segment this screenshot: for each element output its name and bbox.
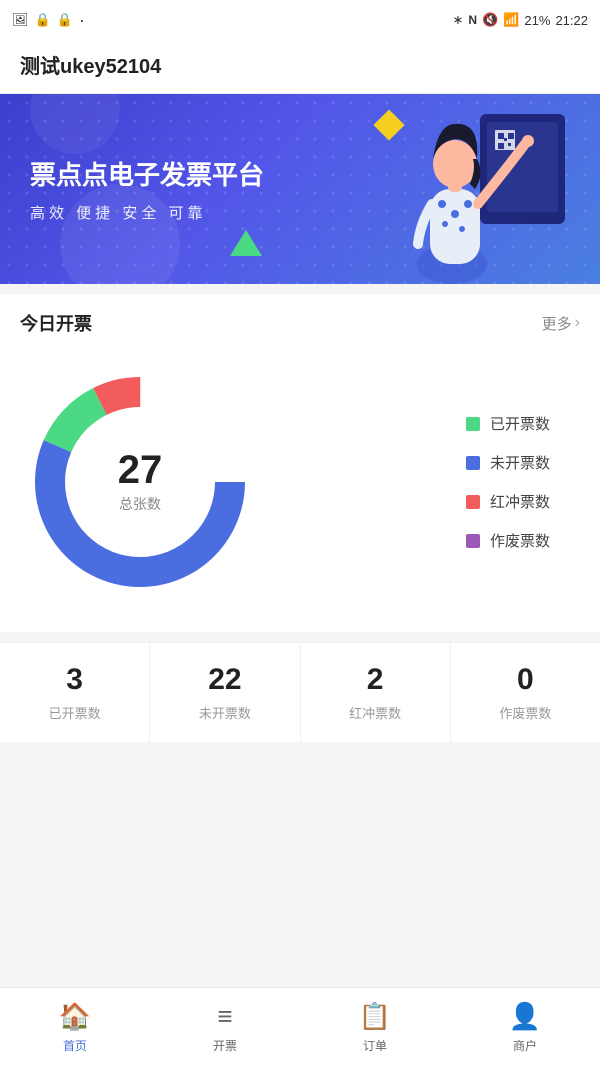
nav-label: 开票 (213, 1037, 237, 1054)
bluetooth-icon: ∗ (452, 12, 463, 28)
legend-item: 作废票数 (466, 530, 550, 551)
mute-icon: 🔇 (482, 12, 498, 28)
stat-item: 3 已开票数 (0, 643, 150, 742)
battery-text: 21% (524, 13, 550, 28)
bottom-nav: 🏠 首页 ≡ 开票 📋 订单 👤 商户 (0, 987, 600, 1067)
legend-label: 作废票数 (490, 530, 550, 551)
nav-icon: 📋 (359, 1001, 391, 1032)
section-title: 今日开票 (20, 310, 92, 336)
banner-text: 票点点电子发票平台 高效 便捷 安全 可靠 (30, 155, 264, 223)
stat-item: 2 红冲票数 (301, 643, 451, 742)
status-right: ∗ N 🔇 📶 21% 21:22 (452, 12, 588, 28)
legend-item: 未开票数 (466, 452, 550, 473)
legend-dot (466, 534, 480, 548)
banner-figure (380, 104, 580, 284)
stat-label: 作废票数 (461, 703, 590, 722)
stat-value: 22 (160, 663, 289, 697)
stat-label: 已开票数 (10, 703, 139, 722)
time-display: 21:22 (555, 13, 588, 28)
banner-subtitle: 高效 便捷 安全 可靠 (30, 202, 264, 223)
header: 测试ukey52104 (0, 40, 600, 94)
legend-dot (466, 456, 480, 470)
stat-item: 22 未开票数 (150, 643, 300, 742)
legend-item: 已开票数 (466, 413, 550, 434)
nav-item-订单[interactable]: 📋 订单 (300, 988, 450, 1067)
legend-label: 红冲票数 (490, 491, 550, 512)
stat-label: 未开票数 (160, 703, 289, 722)
lock-icon: 🔒 (35, 12, 51, 28)
legend-dot (466, 417, 480, 431)
banner-green-triangle (230, 230, 262, 256)
lock2-icon: 🔒 (57, 12, 73, 28)
stat-value: 0 (461, 663, 590, 697)
banner-title: 票点点电子发票平台 (30, 155, 264, 192)
banner: 票点点电子发票平台 高效 便捷 安全 可靠 (0, 94, 600, 284)
more-button[interactable]: 更多 › (542, 313, 580, 334)
nav-item-商户[interactable]: 👤 商户 (450, 988, 600, 1067)
legend-dot (466, 495, 480, 509)
nav-icon: 🏠 (59, 1001, 91, 1032)
section-header: 今日开票 更多 › (20, 310, 580, 336)
nav-icon: ≡ (217, 1001, 232, 1032)
dot-icon: · (79, 10, 85, 31)
donut-center: 27 总张数 (118, 450, 163, 514)
chart-area: 27 总张数 已开票数 未开票数 红冲票数 作废票数 (20, 352, 580, 612)
total-label: 总张数 (118, 494, 163, 514)
status-left: 🖼 🔒 🔒 · (12, 10, 85, 31)
nav-item-首页[interactable]: 🏠 首页 (0, 988, 150, 1067)
stat-value: 3 (10, 663, 139, 697)
stat-value: 2 (311, 663, 440, 697)
legend-item: 红冲票数 (466, 491, 550, 512)
photo-icon: 🖼 (12, 12, 29, 28)
nav-label: 商户 (513, 1037, 537, 1054)
more-label: 更多 (542, 313, 572, 334)
donut-chart: 27 总张数 (20, 362, 260, 602)
nfc-icon: N (468, 13, 477, 27)
page-title: 测试ukey52104 (20, 56, 161, 78)
legend-label: 已开票数 (490, 413, 550, 434)
nav-label: 订单 (363, 1037, 387, 1054)
stats-row: 3 已开票数 22 未开票数 2 红冲票数 0 作废票数 (0, 642, 600, 742)
total-count: 27 (118, 450, 163, 490)
nav-item-开票[interactable]: ≡ 开票 (150, 988, 300, 1067)
nav-label: 首页 (63, 1037, 87, 1054)
today-section: 今日开票 更多 › 27 (0, 294, 600, 632)
legend-label: 未开票数 (490, 452, 550, 473)
stat-item: 0 作废票数 (451, 643, 600, 742)
wifi-icon: 📶 (503, 12, 519, 28)
chevron-right-icon: › (575, 314, 580, 332)
stat-label: 红冲票数 (311, 703, 440, 722)
chart-legend: 已开票数 未开票数 红冲票数 作废票数 (466, 413, 570, 551)
status-bar: 🖼 🔒 🔒 · ∗ N 🔇 📶 21% 21:22 (0, 0, 600, 40)
nav-icon: 👤 (509, 1001, 541, 1032)
